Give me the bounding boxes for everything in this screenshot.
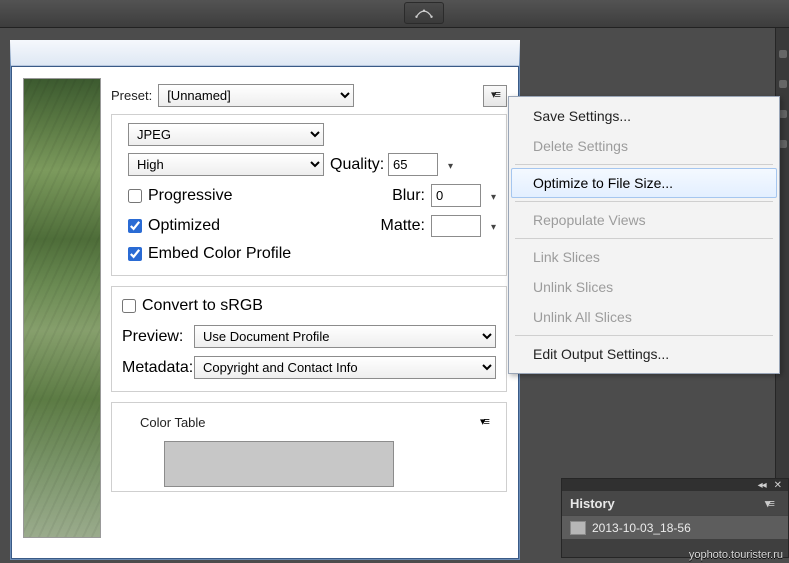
blur-label: Blur:	[373, 187, 425, 205]
menu-link-slices: Link Slices	[511, 242, 777, 272]
convert-srgb-label: Convert to sRGB	[142, 297, 263, 315]
menu-delete-settings: Delete Settings	[511, 131, 777, 161]
menu-unlink-all-slices: Unlink All Slices	[511, 302, 777, 332]
dialog-titlebar[interactable]	[11, 40, 519, 66]
chevron-down-icon[interactable]	[487, 217, 496, 235]
matte-color-picker[interactable]	[431, 215, 481, 237]
optimized-checkbox[interactable]	[128, 219, 142, 233]
document-icon	[570, 521, 586, 535]
preset-flyout-menu: Save Settings... Delete Settings Optimiz…	[508, 96, 780, 374]
menu-edit-output-settings[interactable]: Edit Output Settings...	[511, 339, 777, 369]
format-panel: JPEG High Quality: Progressive Blur:	[111, 114, 507, 276]
menu-icon	[491, 90, 499, 101]
quality-label: Quality:	[330, 156, 382, 174]
app-ribbon	[0, 0, 789, 28]
watermark: yophoto.tourister.ru	[689, 549, 783, 561]
preset-menu-button[interactable]	[483, 85, 507, 107]
progressive-checkbox[interactable]	[128, 189, 142, 203]
embed-color-profile-checkbox[interactable]	[128, 247, 142, 261]
menu-separator	[515, 335, 773, 336]
preview-label: Preview:	[122, 328, 188, 346]
blur-input[interactable]	[431, 184, 481, 207]
convert-srgb-checkbox[interactable]	[122, 299, 136, 313]
color-table-label: Color Table	[140, 415, 206, 430]
history-title: History	[570, 496, 615, 511]
menu-separator	[515, 238, 773, 239]
color-panel: Convert to sRGB Preview: Use Document Pr…	[111, 286, 507, 392]
history-item-label: 2013-10-03_18-56	[592, 521, 691, 535]
menu-separator	[515, 201, 773, 202]
matte-label: Matte:	[373, 217, 425, 235]
chevron-down-icon[interactable]	[487, 187, 496, 205]
metadata-select[interactable]: Copyright and Contact Info	[194, 356, 496, 379]
menu-optimize-to-file-size[interactable]: Optimize to File Size...	[511, 168, 777, 198]
image-preview[interactable]	[23, 78, 101, 538]
preset-select[interactable]: [Unnamed]	[158, 84, 354, 107]
history-menu-button[interactable]	[758, 494, 780, 512]
menu-separator	[515, 164, 773, 165]
history-panel: History 2013-10-03_18-56	[561, 478, 789, 558]
collapse-icon[interactable]	[758, 480, 766, 491]
menu-save-settings[interactable]: Save Settings...	[511, 101, 777, 131]
color-table-panel: Color Table	[111, 402, 507, 492]
chevron-down-icon[interactable]	[444, 156, 453, 174]
metadata-label: Metadata:	[122, 359, 188, 377]
progressive-label: Progressive	[148, 187, 232, 205]
save-for-web-dialog: Preset: [Unnamed] JPEG High Quality:	[10, 40, 520, 560]
optimized-label: Optimized	[148, 217, 220, 235]
ribbon-tool-button[interactable]	[404, 2, 444, 24]
menu-repopulate-views: Repopulate Views	[511, 205, 777, 235]
preview-select[interactable]: Use Document Profile	[194, 325, 496, 348]
pen-icon	[415, 6, 433, 20]
format-select[interactable]: JPEG	[128, 123, 324, 146]
color-table-swatch[interactable]	[164, 441, 394, 487]
quality-preset-select[interactable]: High	[128, 153, 324, 176]
preset-label: Preset:	[111, 88, 152, 103]
quality-input[interactable]	[388, 153, 438, 176]
menu-icon	[480, 417, 488, 428]
color-table-menu-button[interactable]	[472, 411, 496, 433]
close-icon[interactable]	[774, 480, 782, 491]
embed-color-profile-label: Embed Color Profile	[148, 245, 291, 263]
menu-unlink-slices: Unlink Slices	[511, 272, 777, 302]
history-item[interactable]: 2013-10-03_18-56	[562, 515, 788, 539]
